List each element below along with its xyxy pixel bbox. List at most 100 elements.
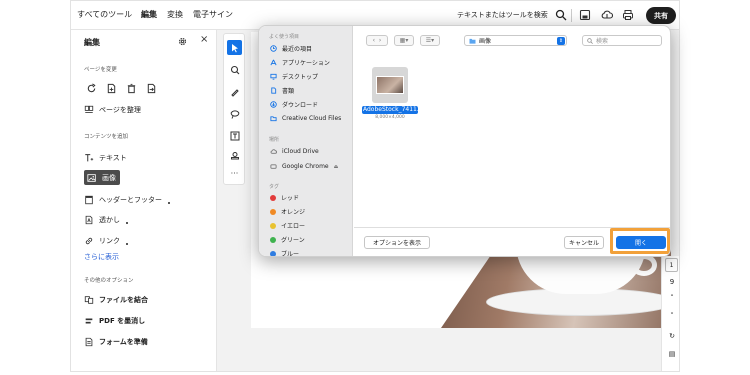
prepare-form-label: フォームを準備 — [99, 337, 148, 346]
insert-page-icon[interactable] — [106, 83, 117, 94]
link-item[interactable]: リンク — [84, 233, 128, 248]
organize-pages-label: ページを整理 — [99, 105, 141, 114]
image-icon — [87, 173, 96, 182]
draw-tool[interactable] — [227, 84, 242, 99]
sidebar-item-label: イエロー — [281, 223, 305, 230]
sidebar-tag-yellow[interactable]: イエロー — [270, 220, 305, 231]
disk-icon — [270, 164, 277, 169]
page-settings-icon[interactable]: ▤ — [662, 350, 679, 358]
file-name: AdobeStock_741138277.jpeg — [362, 106, 451, 114]
sidebar-item-label: レッド — [281, 195, 300, 202]
cloud-upload-icon[interactable] — [601, 9, 613, 21]
page-navigation: 1 9 ˄ ˅ ↻ ▤ — [661, 256, 679, 371]
menu-edit[interactable]: 編集 — [141, 9, 157, 20]
cursor-dot — [126, 242, 128, 245]
redact-pdf-label: PDF を墨消し — [99, 316, 146, 325]
add-image-item[interactable]: 画像 — [84, 170, 120, 185]
view-mode-list[interactable]: ☰▾ — [420, 35, 440, 46]
text-box-tool[interactable] — [227, 128, 242, 143]
chevron-right-icon[interactable]: › — [379, 37, 381, 44]
sidebar-item-downloads[interactable]: ダウンロード — [270, 99, 318, 110]
applications-icon — [270, 59, 277, 66]
sidebar-item-icloud[interactable]: iCloud Drive — [270, 146, 319, 157]
favorites-heading: よく使う項目 — [269, 34, 300, 40]
refresh-icon[interactable]: ↻ — [662, 332, 679, 340]
more-tools[interactable]: ··· — [227, 166, 242, 181]
menu-all-tools[interactable]: すべてのツール — [77, 9, 132, 20]
cancel-button[interactable]: キャンセル — [564, 236, 604, 249]
sidebar-item-desktop[interactable]: デスクトップ — [270, 71, 318, 82]
stamp-tool[interactable] — [227, 148, 242, 163]
shape-tool[interactable] — [227, 106, 242, 121]
print-icon[interactable] — [622, 9, 634, 21]
sidebar-tag-green[interactable]: グリーン — [270, 234, 305, 245]
header-footer-label: ヘッダーとフッター — [99, 195, 162, 204]
header-footer-icon — [85, 195, 93, 204]
combine-files-item[interactable]: ファイルを結合 — [84, 292, 148, 307]
quick-tools-bar: ··· — [223, 33, 245, 185]
sidebar-tag-orange[interactable]: オレンジ — [270, 206, 305, 217]
section-heading-content: コンテンツを追加 — [84, 134, 129, 140]
close-icon[interactable]: × — [200, 34, 208, 45]
pen-icon — [230, 88, 239, 97]
more-icon: ··· — [230, 169, 239, 178]
organize-pages-item[interactable]: ページを整理 — [84, 102, 141, 117]
chevron-down-icon[interactable]: ˅ — [662, 312, 679, 320]
sidebar-tag-red[interactable]: レッド — [270, 192, 299, 203]
gear-icon[interactable] — [177, 36, 188, 47]
header-footer-item[interactable]: ヘッダーとフッター — [84, 192, 170, 207]
sidebar-item-documents[interactable]: 書類 — [270, 85, 294, 96]
select-tool[interactable] — [227, 40, 242, 55]
menu-convert[interactable]: 変換 — [167, 9, 183, 20]
menu-e-sign[interactable]: 電子サイン — [193, 9, 233, 20]
form-icon — [85, 337, 93, 346]
current-page-field[interactable]: 1 — [665, 258, 678, 272]
sidebar-item-applications[interactable]: アプリケーション — [270, 57, 330, 68]
redact-pdf-item[interactable]: PDF を墨消し — [84, 313, 145, 328]
rotate-icon[interactable] — [86, 83, 97, 94]
sidebar-item-label: ブルー — [281, 251, 300, 257]
stamp-icon — [230, 151, 239, 159]
eject-icon[interactable]: ⏏ — [334, 164, 339, 170]
extract-page-icon[interactable] — [146, 83, 157, 94]
view-mode-grid[interactable]: ▦▾ — [394, 35, 414, 46]
comment-tool[interactable] — [227, 62, 242, 77]
sidebar-tag-blue[interactable]: ブルー — [270, 248, 300, 257]
grid-view-icon: ▦▾ — [399, 37, 409, 44]
zoom-icon — [230, 65, 239, 74]
tag-dot-icon — [270, 194, 276, 201]
show-options-button[interactable]: オプションを表示 — [364, 236, 430, 249]
sidebar-item-label: デスクトップ — [282, 74, 319, 81]
cursor-dot — [168, 201, 170, 204]
cursor-dot — [126, 221, 128, 224]
save-icon[interactable] — [579, 9, 591, 21]
add-text-item[interactable]: テキスト — [84, 150, 127, 165]
edit-panel: 編集 × ページを変更 ページを整理 コンテンツを追加 テキスト 画像 ヘッダー… — [71, 30, 217, 371]
link-icon — [85, 237, 93, 244]
tag-dot-icon — [270, 222, 276, 229]
cursor-icon — [231, 43, 238, 52]
watermark-item[interactable]: 透かし — [84, 212, 128, 227]
lasso-icon — [230, 109, 239, 119]
sidebar-item-google-chrome[interactable]: Google Chrome ⏏ — [270, 161, 338, 172]
sidebar-item-creative-cloud[interactable]: Creative Cloud Files — [270, 113, 341, 124]
location-select[interactable]: 画像 ⇕ — [464, 35, 567, 46]
show-more-link[interactable]: さらに表示 — [84, 252, 119, 262]
back-forward-buttons[interactable]: ‹ › — [366, 35, 388, 46]
tool-search-label[interactable]: テキストまたはツールを検索 — [457, 10, 548, 20]
dialog-search-input[interactable]: 検索 — [582, 35, 662, 46]
file-item[interactable]: AdobeStock_741138277.jpeg 8,000×4,000 — [362, 67, 451, 120]
prepare-form-item[interactable]: フォームを準備 — [84, 334, 148, 349]
sidebar-item-recents[interactable]: 最近の項目 — [270, 43, 312, 54]
chevron-updown-icon: ⇕ — [557, 37, 565, 45]
download-icon — [270, 101, 277, 108]
delete-icon[interactable] — [126, 83, 137, 94]
folder-icon — [469, 38, 476, 44]
chevron-left-icon[interactable]: ‹ — [373, 37, 375, 44]
chevron-up-icon[interactable]: ˄ — [662, 294, 679, 302]
list-view-icon: ☰▾ — [425, 37, 435, 44]
panel-title: 編集 — [84, 38, 100, 47]
search-placeholder: 検索 — [596, 38, 609, 45]
share-button[interactable]: 共有 — [646, 7, 676, 24]
search-icon[interactable] — [555, 9, 567, 21]
